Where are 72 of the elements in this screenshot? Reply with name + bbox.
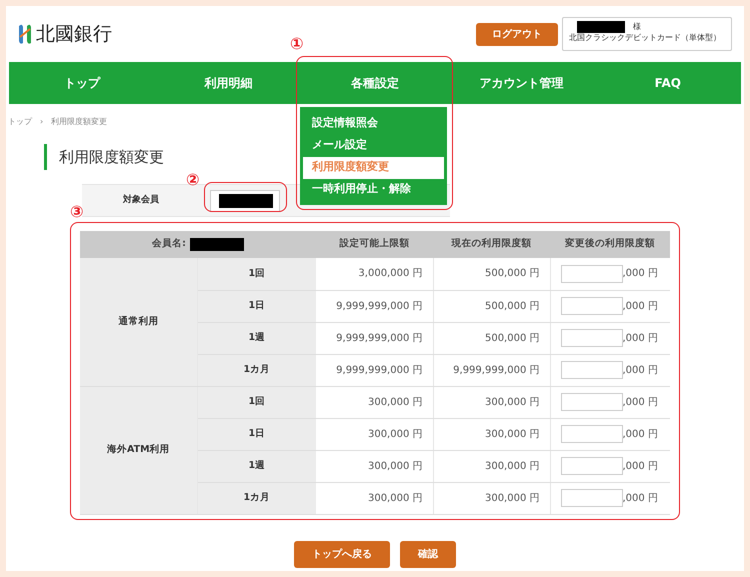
table-cell: 1日: [197, 418, 316, 450]
suffix-text: ,000 円: [622, 364, 658, 378]
input-field[interactable]: [560, 457, 622, 475]
suffix-text: ,000 円: [622, 332, 658, 346]
card-name-text: 北国クラシックデビットカード（単体型）: [569, 33, 722, 44]
table-cell: 海外ATM利用: [80, 386, 197, 514]
nav-item[interactable]: トップ: [9, 74, 156, 92]
table-cell: 500,000 円: [433, 322, 550, 354]
table-cell: 500,000 円: [433, 290, 550, 322]
annotation-number: ①: [290, 36, 304, 52]
table-cell: 9,999,999,000 円: [433, 354, 550, 386]
table-cell: 500,000 円: [433, 258, 550, 290]
breadcrumb-item: 利用限度額変更: [51, 116, 108, 128]
honorific-text: 様: [633, 22, 641, 32]
confirm-button[interactable]: 確認: [400, 540, 456, 568]
table-cell: 1週: [197, 450, 316, 482]
member-select[interactable]: [210, 190, 280, 212]
suffix-text: ,000 円: [622, 460, 658, 474]
annotation-number: ②: [186, 172, 200, 188]
table-cell: 1カ月: [197, 482, 316, 514]
table-cell: 300,000 円: [433, 418, 550, 450]
input-field[interactable]: [560, 329, 622, 347]
input-field[interactable]: [560, 297, 622, 315]
menu-item[interactable]: 一時利用停止・解除: [300, 179, 447, 201]
breadcrumb-item[interactable]: トップ: [8, 116, 32, 128]
table-cell: 1日: [197, 290, 316, 322]
breadcrumb-separator: ›: [40, 116, 44, 128]
table-cell: 通常利用: [80, 258, 197, 386]
annotation-number: ③: [70, 204, 84, 220]
column-header: 設定可能上限額: [316, 231, 433, 258]
table-cell: 300,000 円: [316, 418, 433, 450]
table-cell: 300,000 円: [433, 482, 550, 514]
field-label: 対象会員: [122, 193, 160, 207]
table-cell: 1回: [197, 386, 316, 418]
nav-item[interactable]: 各種設定: [302, 74, 448, 92]
back-button[interactable]: トップへ戻る: [294, 540, 390, 568]
table-cell: 9,999,999,000 円: [316, 354, 433, 386]
redacted-block: [190, 238, 244, 251]
column-header: 変更後の利用限度額: [550, 231, 670, 258]
table-cell: 300,000 円: [316, 482, 433, 514]
logo-text: 北國銀行: [36, 22, 112, 47]
input-field[interactable]: [560, 425, 622, 443]
logout-button[interactable]: ログアウト: [476, 22, 558, 46]
menu-item[interactable]: 設定情報照会: [300, 113, 447, 135]
table-cell: 300,000 円: [433, 386, 550, 418]
suffix-text: ,000 円: [622, 300, 658, 314]
logo-icon: [18, 23, 32, 45]
table-cell: 9,999,999,000 円: [316, 290, 433, 322]
nav-item[interactable]: 利用明細: [155, 74, 302, 92]
nav-item[interactable]: アカウント管理: [448, 74, 595, 92]
table-cell: 9,999,999,000 円: [316, 322, 433, 354]
table-cell: 300,000 円: [316, 386, 433, 418]
suffix-text: ,000 円: [622, 396, 658, 410]
input-field[interactable]: [560, 393, 622, 411]
redacted-block: [219, 194, 273, 208]
table-cell: 1回: [197, 258, 316, 290]
nav-item[interactable]: FAQ: [594, 74, 742, 92]
table-cell: 300,000 円: [316, 450, 433, 482]
redacted-block: [577, 21, 625, 33]
table-cell: 1週: [197, 322, 316, 354]
table-cell: 1カ月: [197, 354, 316, 386]
column-header: 会員名:: [152, 237, 186, 252]
suffix-text: ,000 円: [622, 428, 658, 442]
input-field[interactable]: [560, 264, 622, 283]
column-header: 現在の利用限度額: [433, 231, 550, 258]
input-field[interactable]: [560, 489, 622, 507]
table-cell: 3,000,000 円: [316, 258, 433, 290]
table-cell: 300,000 円: [433, 450, 550, 482]
menu-item[interactable]: 利用限度額変更: [303, 157, 444, 179]
suffix-text: ,000 円: [622, 267, 658, 282]
input-field[interactable]: [560, 361, 622, 379]
suffix-text: ,000 円: [622, 492, 658, 506]
